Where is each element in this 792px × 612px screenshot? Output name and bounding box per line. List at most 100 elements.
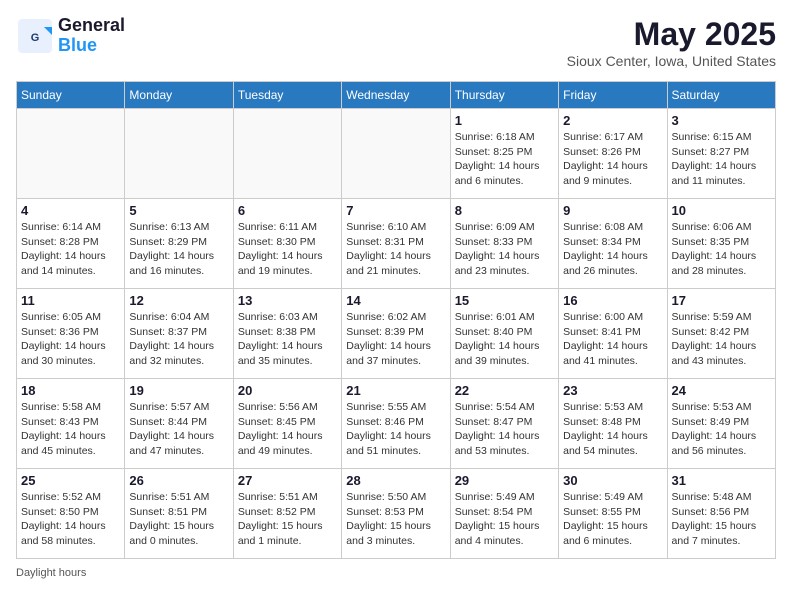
day-info: Sunrise: 5:53 AM Sunset: 8:48 PM Dayligh… (563, 400, 662, 459)
calendar-day-cell: 13Sunrise: 6:03 AM Sunset: 8:38 PM Dayli… (233, 289, 341, 379)
calendar-day-cell: 2 Sunrise: 6:17 AM Sunset: 8:26 PM Daylig… (559, 109, 667, 199)
logo-blue-text: Blue (58, 36, 125, 56)
calendar-day-cell: 4Sunrise: 6:14 AM Sunset: 8:28 PM Daylig… (17, 199, 125, 289)
calendar-day-cell: 20 Sunrise: 5:56 AM Sunset: 8:45 PM Dayli… (233, 379, 341, 469)
calendar-day-cell: 31 Sunrise: 5:48 AM Sunset: 8:56 PM Dayli… (667, 469, 775, 559)
day-number: 19 (129, 383, 228, 398)
day-number: 7 (346, 203, 445, 218)
calendar-header-row: SundayMondayTuesdayWednesdayThursdayFrid… (17, 82, 776, 109)
day-info: Sunrise: 6:11 AM Sunset: 8:30 PM Dayligh… (238, 220, 337, 279)
day-info: Sunrise: 5:49 AM Sunset: 8:55 PM Dayligh… (563, 490, 662, 549)
day-info: Sunrise: 5:58 AM Sunset: 8:43 PM Dayligh… (21, 400, 120, 459)
day-number: 25 (21, 473, 120, 488)
day-info: Sunrise: 6:04 AM Sunset: 8:37 PM Dayligh… (129, 310, 228, 369)
calendar-week-row: 4Sunrise: 6:14 AM Sunset: 8:28 PM Daylig… (17, 199, 776, 289)
day-info: Sunrise: 6:08 AM Sunset: 8:34 PM Dayligh… (563, 220, 662, 279)
calendar-day-cell: 21 Sunrise: 5:55 AM Sunset: 8:46 PM Dayli… (342, 379, 450, 469)
calendar-day-cell: 23 Sunrise: 5:53 AM Sunset: 8:48 PM Dayli… (559, 379, 667, 469)
calendar-day-cell: 11 Sunrise: 6:05 AM Sunset: 8:36 PM Dayli… (17, 289, 125, 379)
day-info: Sunrise: 6:03 AM Sunset: 8:38 PM Dayligh… (238, 310, 337, 369)
day-number: 6 (238, 203, 337, 218)
day-info: Sunrise: 6:00 AM Sunset: 8:41 PM Dayligh… (563, 310, 662, 369)
day-number: 29 (455, 473, 554, 488)
calendar-day-cell: 24 Sunrise: 5:53 AM Sunset: 8:49 PM Dayli… (667, 379, 775, 469)
calendar-day-cell: 12Sunrise: 6:04 AM Sunset: 8:37 PM Dayli… (125, 289, 233, 379)
day-info: Sunrise: 5:48 AM Sunset: 8:56 PM Dayligh… (672, 490, 771, 549)
day-info: Sunrise: 6:09 AM Sunset: 8:33 PM Dayligh… (455, 220, 554, 279)
month-title: May 2025 (567, 16, 776, 53)
day-number: 18 (21, 383, 120, 398)
day-number: 31 (672, 473, 771, 488)
calendar-day-cell: 9 Sunrise: 6:08 AM Sunset: 8:34 PM Daylig… (559, 199, 667, 289)
calendar-day-cell (342, 109, 450, 199)
logo: G General Blue (16, 16, 125, 56)
day-number: 1 (455, 113, 554, 128)
calendar-week-row: 1Sunrise: 6:18 AM Sunset: 8:25 PM Daylig… (17, 109, 776, 199)
calendar-table: SundayMondayTuesdayWednesdayThursdayFrid… (16, 81, 776, 559)
calendar-day-cell: 25 Sunrise: 5:52 AM Sunset: 8:50 PM Dayli… (17, 469, 125, 559)
calendar-day-cell: 14Sunrise: 6:02 AM Sunset: 8:39 PM Dayli… (342, 289, 450, 379)
day-number: 24 (672, 383, 771, 398)
day-info: Sunrise: 5:55 AM Sunset: 8:46 PM Dayligh… (346, 400, 445, 459)
day-number: 3 (672, 113, 771, 128)
calendar-day-cell: 26 Sunrise: 5:51 AM Sunset: 8:51 PM Dayli… (125, 469, 233, 559)
calendar-day-cell: 16 Sunrise: 6:00 AM Sunset: 8:41 PM Dayli… (559, 289, 667, 379)
day-number: 22 (455, 383, 554, 398)
day-info: Sunrise: 6:01 AM Sunset: 8:40 PM Dayligh… (455, 310, 554, 369)
day-number: 21 (346, 383, 445, 398)
logo-icon: G (16, 17, 54, 55)
calendar-week-row: 11 Sunrise: 6:05 AM Sunset: 8:36 PM Dayli… (17, 289, 776, 379)
day-info: Sunrise: 5:56 AM Sunset: 8:45 PM Dayligh… (238, 400, 337, 459)
calendar-week-row: 18 Sunrise: 5:58 AM Sunset: 8:43 PM Dayli… (17, 379, 776, 469)
day-number: 5 (129, 203, 228, 218)
calendar-col-header: Tuesday (233, 82, 341, 109)
day-number: 30 (563, 473, 662, 488)
day-info: Sunrise: 6:15 AM Sunset: 8:27 PM Dayligh… (672, 130, 771, 189)
day-number: 20 (238, 383, 337, 398)
calendar-week-row: 25 Sunrise: 5:52 AM Sunset: 8:50 PM Dayli… (17, 469, 776, 559)
day-number: 14 (346, 293, 445, 308)
day-number: 23 (563, 383, 662, 398)
day-info: Sunrise: 6:05 AM Sunset: 8:36 PM Dayligh… (21, 310, 120, 369)
day-number: 2 (563, 113, 662, 128)
calendar-day-cell: 5Sunrise: 6:13 AM Sunset: 8:29 PM Daylig… (125, 199, 233, 289)
day-number: 16 (563, 293, 662, 308)
calendar-day-cell: 10 Sunrise: 6:06 AM Sunset: 8:35 PM Dayli… (667, 199, 775, 289)
day-number: 9 (563, 203, 662, 218)
calendar-day-cell: 15 Sunrise: 6:01 AM Sunset: 8:40 PM Dayli… (450, 289, 558, 379)
day-number: 10 (672, 203, 771, 218)
footer-note: Daylight hours (16, 567, 776, 579)
day-info: Sunrise: 5:53 AM Sunset: 8:49 PM Dayligh… (672, 400, 771, 459)
day-info: Sunrise: 5:54 AM Sunset: 8:47 PM Dayligh… (455, 400, 554, 459)
calendar-day-cell: 7Sunrise: 6:10 AM Sunset: 8:31 PM Daylig… (342, 199, 450, 289)
calendar-day-cell (17, 109, 125, 199)
logo-general-text: General (58, 16, 125, 36)
day-info: Sunrise: 5:52 AM Sunset: 8:50 PM Dayligh… (21, 490, 120, 549)
day-info: Sunrise: 5:59 AM Sunset: 8:42 PM Dayligh… (672, 310, 771, 369)
calendar-day-cell: 28Sunrise: 5:50 AM Sunset: 8:53 PM Dayli… (342, 469, 450, 559)
calendar-col-header: Monday (125, 82, 233, 109)
location: Sioux Center, Iowa, United States (567, 53, 776, 69)
day-number: 28 (346, 473, 445, 488)
day-info: Sunrise: 5:51 AM Sunset: 8:52 PM Dayligh… (238, 490, 337, 549)
day-number: 11 (21, 293, 120, 308)
day-number: 4 (21, 203, 120, 218)
day-number: 15 (455, 293, 554, 308)
day-number: 27 (238, 473, 337, 488)
day-number: 26 (129, 473, 228, 488)
calendar-day-cell: 3 Sunrise: 6:15 AM Sunset: 8:27 PM Daylig… (667, 109, 775, 199)
calendar-day-cell: 19Sunrise: 5:57 AM Sunset: 8:44 PM Dayli… (125, 379, 233, 469)
calendar-day-cell (233, 109, 341, 199)
page-header: G General Blue May 2025 Sioux Center, Io… (16, 16, 776, 69)
day-info: Sunrise: 5:49 AM Sunset: 8:54 PM Dayligh… (455, 490, 554, 549)
day-info: Sunrise: 5:51 AM Sunset: 8:51 PM Dayligh… (129, 490, 228, 549)
day-info: Sunrise: 6:06 AM Sunset: 8:35 PM Dayligh… (672, 220, 771, 279)
calendar-day-cell: 17Sunrise: 5:59 AM Sunset: 8:42 PM Dayli… (667, 289, 775, 379)
day-info: Sunrise: 6:17 AM Sunset: 8:26 PM Dayligh… (563, 130, 662, 189)
calendar-col-header: Wednesday (342, 82, 450, 109)
calendar-day-cell: 30 Sunrise: 5:49 AM Sunset: 8:55 PM Dayli… (559, 469, 667, 559)
calendar-day-cell: 27 Sunrise: 5:51 AM Sunset: 8:52 PM Dayli… (233, 469, 341, 559)
calendar-day-cell: 6 Sunrise: 6:11 AM Sunset: 8:30 PM Daylig… (233, 199, 341, 289)
title-area: May 2025 Sioux Center, Iowa, United Stat… (567, 16, 776, 69)
calendar-day-cell: 29 Sunrise: 5:49 AM Sunset: 8:54 PM Dayli… (450, 469, 558, 559)
